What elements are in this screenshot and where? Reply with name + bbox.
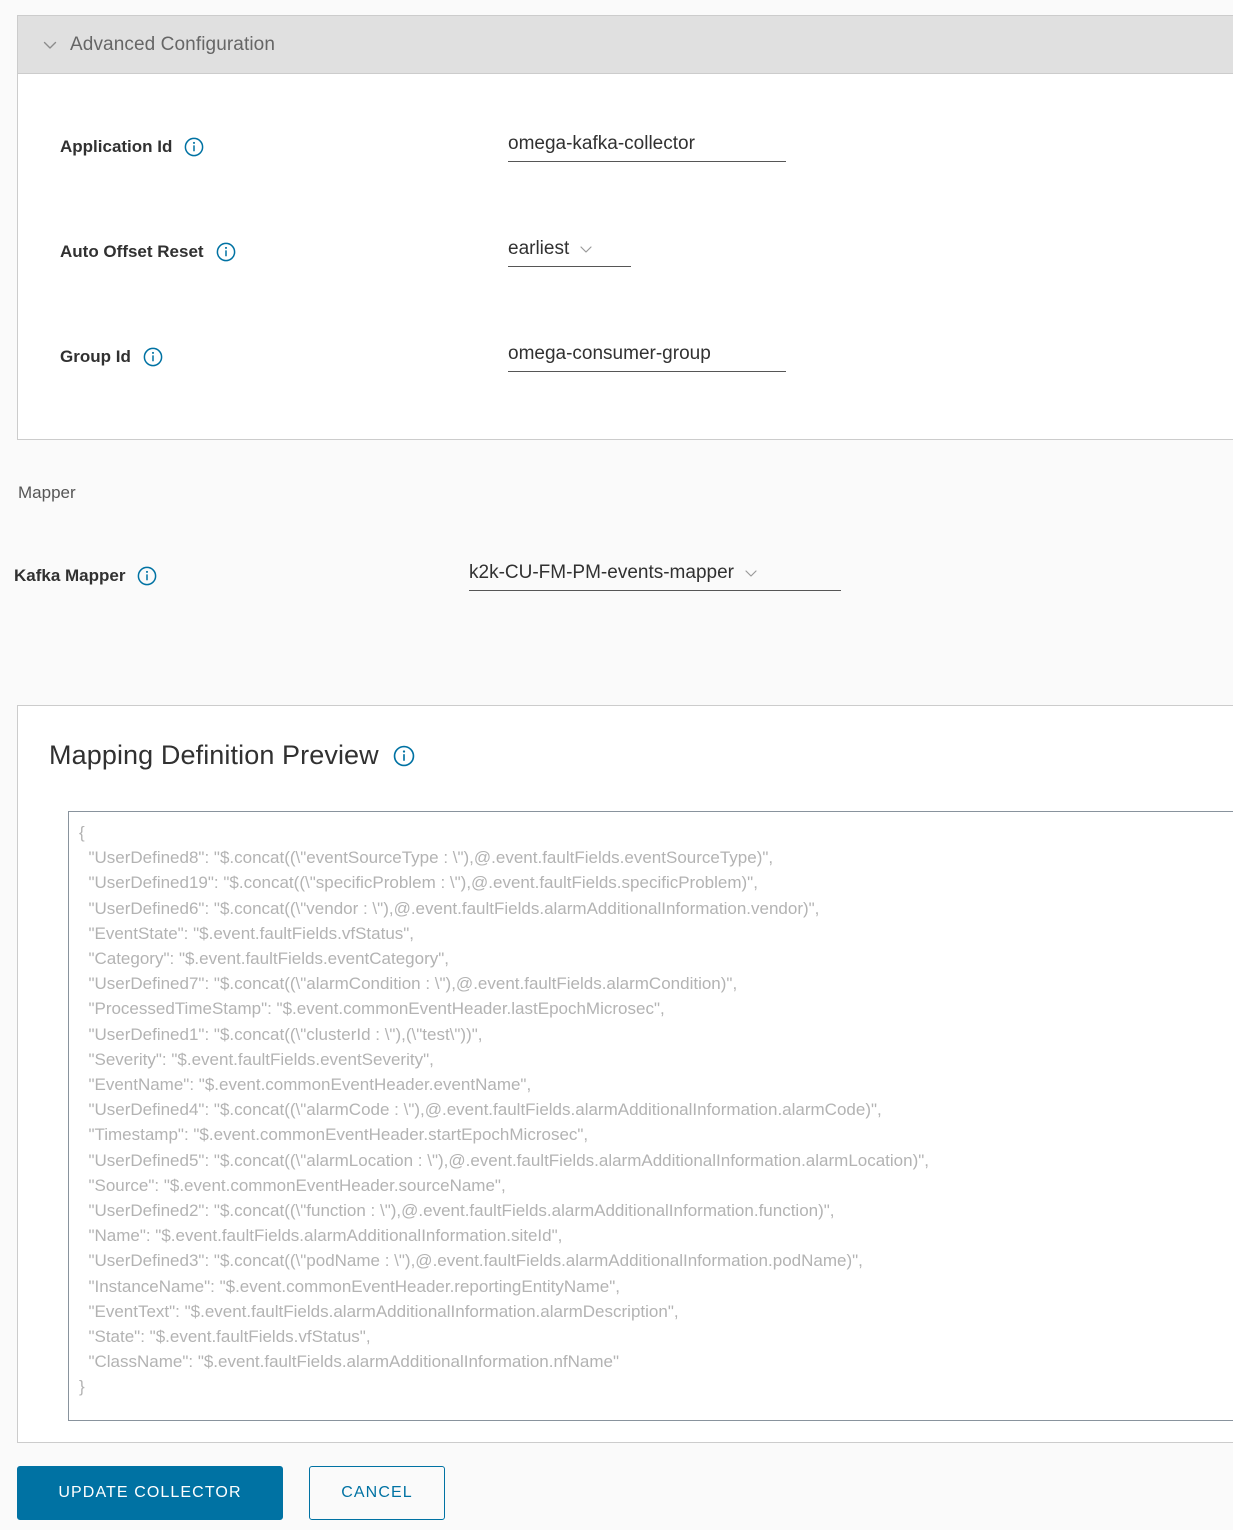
field-application-id[interactable]: omega-kafka-collector <box>508 131 786 162</box>
advanced-configuration-card: Advanced Configuration Application Id om… <box>17 15 1233 440</box>
label-application-id: Application Id <box>60 137 508 157</box>
mapper-section-label: Mapper <box>18 483 76 502</box>
kafka-mapper-value: k2k-CU-FM-PM-events-mapper <box>469 562 734 583</box>
label-kafka-mapper: Kafka Mapper <box>14 566 469 586</box>
advanced-configuration-body: Application Id omega-kafka-collector Aut… <box>18 74 1233 439</box>
advanced-configuration-header[interactable]: Advanced Configuration <box>18 16 1233 74</box>
field-group-id[interactable]: omega-consumer-group <box>508 341 786 372</box>
collector-configuration-page: Advanced Configuration Application Id om… <box>0 0 1233 1530</box>
group-id-input[interactable]: omega-consumer-group <box>508 341 786 371</box>
application-id-input[interactable]: omega-kafka-collector <box>508 131 786 161</box>
application-id-underline <box>508 161 786 162</box>
update-collector-button[interactable]: Update Collector <box>17 1466 283 1520</box>
mapping-definition-content: { "UserDefined8": "$.concat((\"eventSour… <box>79 823 930 1397</box>
form-row-auto-offset-reset: Auto Offset Reset earliest <box>18 199 1233 304</box>
chevron-down-icon <box>745 570 757 577</box>
info-circle-icon[interactable] <box>216 242 236 262</box>
field-auto-offset-reset[interactable]: earliest <box>508 236 631 267</box>
label-auto-offset-reset: Auto Offset Reset <box>60 242 508 262</box>
footer-actions: Update Collector Cancel <box>17 1466 445 1520</box>
mapping-definition-textarea[interactable]: { "UserDefined8": "$.concat((\"eventSour… <box>68 811 1233 1421</box>
chevron-down-icon <box>580 246 592 253</box>
kafka-mapper-underline <box>469 590 841 591</box>
field-kafka-mapper[interactable]: k2k-CU-FM-PM-events-mapper <box>469 560 841 591</box>
advanced-configuration-title: Advanced Configuration <box>70 33 276 55</box>
info-circle-icon[interactable] <box>184 137 204 157</box>
auto-offset-reset-select[interactable]: earliest <box>508 236 631 266</box>
info-circle-icon[interactable] <box>137 566 157 586</box>
info-circle-icon[interactable] <box>393 745 415 767</box>
cancel-button[interactable]: Cancel <box>309 1466 445 1520</box>
kafka-mapper-select[interactable]: k2k-CU-FM-PM-events-mapper <box>469 560 841 590</box>
form-row-application-id: Application Id omega-kafka-collector <box>18 94 1233 199</box>
label-application-id-text: Application Id <box>60 136 173 156</box>
info-circle-icon[interactable] <box>143 347 163 367</box>
form-row-kafka-mapper: Kafka Mapper k2k-CU-FM-PM-events-mapper <box>14 560 841 591</box>
chevron-down-icon <box>43 41 57 49</box>
label-auto-offset-reset-text: Auto Offset Reset <box>60 241 204 261</box>
label-group-id-text: Group Id <box>60 346 131 366</box>
auto-offset-reset-value: earliest <box>508 238 570 259</box>
mapping-definition-preview-header: Mapping Definition Preview <box>18 706 1233 771</box>
auto-offset-reset-underline <box>508 266 631 267</box>
mapping-definition-preview-card: Mapping Definition Preview { "UserDefine… <box>17 705 1233 1443</box>
label-group-id: Group Id <box>60 347 508 367</box>
mapping-definition-preview-title: Mapping Definition Preview <box>49 740 379 770</box>
label-kafka-mapper-text: Kafka Mapper <box>14 565 126 585</box>
form-row-group-id: Group Id omega-consumer-group <box>18 304 1233 409</box>
group-id-underline <box>508 371 786 372</box>
